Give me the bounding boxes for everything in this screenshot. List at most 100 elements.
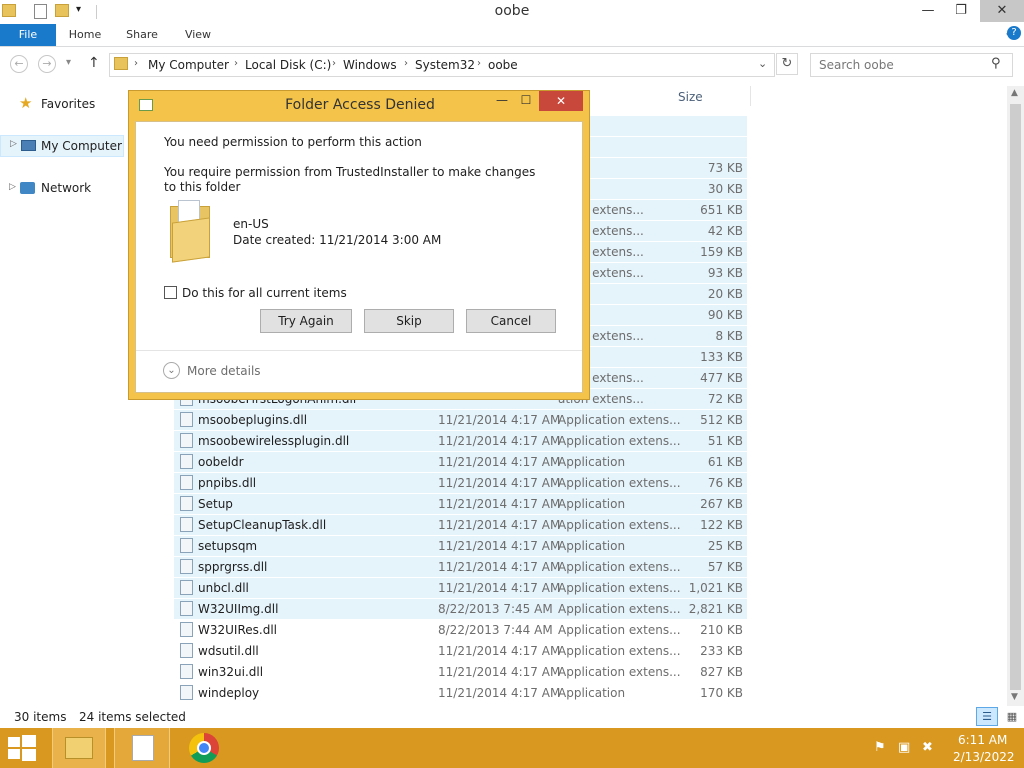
- tab-home[interactable]: Home: [62, 24, 108, 46]
- tab-share[interactable]: Share: [118, 24, 166, 46]
- up-icon[interactable]: ↑: [88, 55, 100, 71]
- taskbar-chrome[interactable]: [184, 732, 224, 764]
- volume-muted-icon[interactable]: ✖: [922, 740, 933, 755]
- computer-icon: [21, 140, 36, 151]
- file-icon: [180, 433, 193, 448]
- cancel-button[interactable]: Cancel: [466, 309, 556, 333]
- network-tray-icon[interactable]: ▣: [898, 740, 910, 755]
- file-name: windeploy: [198, 686, 260, 700]
- search-icon[interactable]: ⚲: [991, 56, 1001, 71]
- taskbar-file-explorer[interactable]: [52, 728, 106, 768]
- table-row[interactable]: win32ui.dll 11/21/2014 4:17 AM Application…: [174, 662, 747, 682]
- file-name: setupsqm: [198, 539, 258, 553]
- windows-logo-pane: [8, 737, 20, 747]
- table-row[interactable]: W32UIImg.dll 8/22/2013 7:45 AM Application…: [174, 599, 747, 620]
- file-size: 133 KB: [700, 350, 743, 364]
- start-windows-icon[interactable]: [8, 735, 36, 761]
- dialog-minimize-button[interactable]: —: [491, 93, 513, 111]
- back-icon[interactable]: ←: [10, 55, 28, 73]
- breadcrumb-local-disk[interactable]: Local Disk (C:): [245, 58, 331, 72]
- table-row[interactable]: setupsqm 11/21/2014 4:17 AM Application 25 …: [174, 536, 747, 557]
- refresh-icon[interactable]: ↻: [776, 53, 798, 75]
- file-size: 51 KB: [707, 434, 743, 448]
- large-icons-view-icon[interactable]: ▦: [1002, 707, 1022, 726]
- file-type: Application: [558, 539, 626, 553]
- title-bar: ▾ oobe — ❐ ✕: [0, 0, 1024, 24]
- table-row[interactable]: SetupCleanupTask.dll 11/21/2014 4:17 AM Ap…: [174, 515, 747, 536]
- file-name: unbcl.dll: [198, 581, 249, 595]
- maximize-button[interactable]: ❐: [946, 0, 976, 22]
- file-type: Application: [558, 497, 626, 511]
- table-row[interactable]: msoobewirelessplugin.dll 11/21/2014 4:17 …: [174, 431, 747, 452]
- more-details-chevron-icon[interactable]: ⌄: [163, 362, 180, 379]
- file-size: 1,021 KB: [688, 581, 743, 595]
- table-row[interactable]: wdsutil.dll 11/21/2014 4:17 AM Application…: [174, 641, 747, 661]
- column-header-size[interactable]: Size: [678, 90, 703, 104]
- file-date: 11/21/2014 4:17 AM: [438, 644, 561, 658]
- chevron-right-icon[interactable]: ›: [332, 58, 336, 69]
- forward-icon[interactable]: →: [38, 55, 56, 73]
- file-type: Application extens...: [558, 518, 681, 532]
- nav-item-network[interactable]: Network: [41, 181, 91, 195]
- file-date: 11/21/2014 4:17 AM: [438, 518, 561, 532]
- address-bar[interactable]: › My Computer › Local Disk (C:) › Window…: [109, 53, 775, 77]
- scroll-thumb[interactable]: [1010, 104, 1021, 690]
- table-row[interactable]: pnpibs.dll 11/21/2014 4:17 AM Application …: [174, 473, 747, 494]
- file-size: 477 KB: [700, 371, 743, 385]
- chevron-right-icon[interactable]: ›: [134, 58, 138, 69]
- tab-view[interactable]: View: [176, 24, 220, 46]
- more-details-link[interactable]: More details: [187, 364, 261, 378]
- apply-all-checkbox[interactable]: [164, 286, 177, 299]
- file-icon: [180, 454, 193, 469]
- action-center-icon[interactable]: ⚑: [874, 740, 886, 755]
- breadcrumb-system32[interactable]: System32: [415, 58, 475, 72]
- clock-date[interactable]: 2/13/2022: [953, 750, 1015, 764]
- table-row[interactable]: oobeldr 11/21/2014 4:17 AM Application 61 K…: [174, 452, 747, 473]
- file-date: 11/21/2014 4:17 AM: [438, 560, 561, 574]
- dialog-maximize-button[interactable]: ☐: [515, 93, 537, 111]
- address-dropdown-icon[interactable]: ⌄: [758, 57, 767, 70]
- folder-access-denied-dialog: Folder Access Denied — ☐ ✕ You need perm…: [128, 90, 590, 400]
- file-type: Application extens...: [558, 665, 681, 679]
- scroll-up-icon[interactable]: ▲: [1011, 88, 1018, 98]
- breadcrumb-oobe[interactable]: oobe: [488, 58, 518, 72]
- apply-all-label[interactable]: Do this for all current items: [182, 286, 347, 300]
- file-type: Application: [558, 686, 626, 700]
- breadcrumb-my-computer[interactable]: My Computer: [148, 58, 229, 72]
- breadcrumb-windows[interactable]: Windows: [343, 58, 397, 72]
- table-row[interactable]: W32UIRes.dll 8/22/2013 7:44 AM Application…: [174, 620, 747, 640]
- recent-locations-icon[interactable]: ▾: [66, 57, 71, 68]
- table-row[interactable]: Setup 11/21/2014 4:17 AM Application 267 KB: [174, 494, 747, 515]
- expand-arrow-icon[interactable]: ▷: [9, 182, 16, 192]
- close-button[interactable]: ✕: [980, 0, 1024, 22]
- expand-arrow-icon[interactable]: ▷: [10, 139, 17, 149]
- dialog-close-button[interactable]: ✕: [539, 91, 583, 111]
- nav-item-my-computer-row[interactable]: ▷ My Computer: [0, 135, 124, 157]
- taskbar-notepad[interactable]: [114, 728, 170, 768]
- help-icon[interactable]: ?: [1007, 26, 1021, 40]
- tab-file[interactable]: File: [0, 24, 56, 46]
- skip-button[interactable]: Skip: [364, 309, 454, 333]
- details-view-icon[interactable]: ☰: [976, 707, 998, 726]
- scroll-down-icon[interactable]: ▼: [1011, 692, 1018, 702]
- file-size: 93 KB: [707, 266, 743, 280]
- chevron-right-icon[interactable]: ›: [477, 58, 481, 69]
- table-row[interactable]: msoobeplugins.dll 11/21/2014 4:17 AM Appli…: [174, 410, 747, 431]
- table-row[interactable]: spprgrss.dll 11/21/2014 4:17 AM Applicatio…: [174, 557, 747, 578]
- status-bar: 30 items 24 items selected ☰ ▦: [0, 706, 1024, 728]
- chevron-right-icon[interactable]: ›: [404, 58, 408, 69]
- minimize-button[interactable]: —: [913, 0, 943, 22]
- table-row[interactable]: windeploy 11/21/2014 4:17 AM Application 17…: [174, 683, 747, 703]
- file-icon: [180, 517, 193, 532]
- chevron-right-icon[interactable]: ›: [234, 58, 238, 69]
- table-row[interactable]: unbcl.dll 11/21/2014 4:17 AM Application e…: [174, 578, 747, 599]
- vertical-scrollbar[interactable]: ▲ ▼: [1007, 86, 1024, 706]
- try-again-button[interactable]: Try Again: [260, 309, 352, 333]
- file-date: 11/21/2014 4:17 AM: [438, 476, 561, 490]
- file-icon: [180, 685, 193, 700]
- nav-item-favorites[interactable]: Favorites: [41, 97, 95, 111]
- search-input[interactable]: Search oobe ⚲: [810, 53, 1013, 77]
- network-icon: [20, 182, 35, 194]
- clock-time[interactable]: 6:11 AM: [958, 733, 1007, 747]
- column-divider: [750, 86, 751, 106]
